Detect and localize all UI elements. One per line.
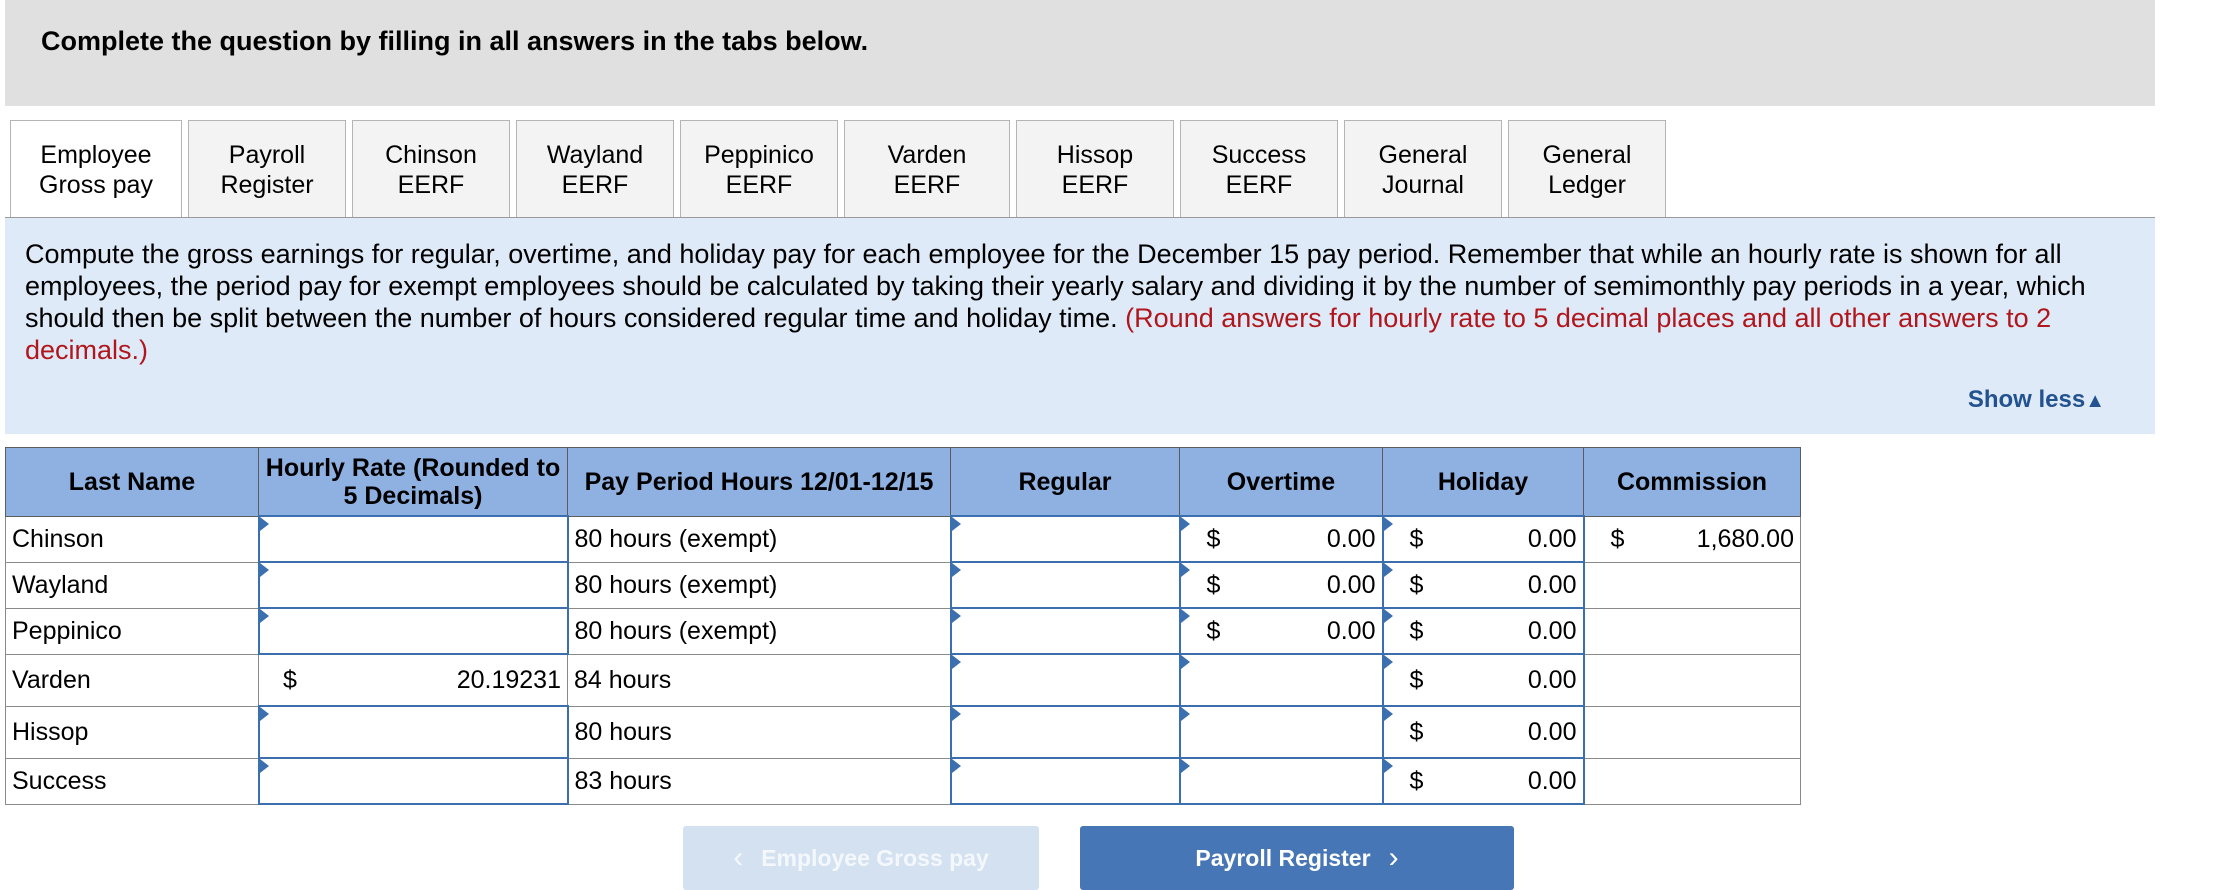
overtime-pay-input[interactable] — [1178, 757, 1384, 805]
regular-pay-input[interactable] — [949, 653, 1181, 707]
regular-pay-input[interactable] — [949, 561, 1181, 609]
previous-tab-label: Employee Gross pay — [761, 844, 989, 871]
header-last-name: Last Name — [5, 447, 259, 517]
cell-hours: 83 hours — [567, 757, 951, 805]
next-tab-button[interactable]: Payroll Register › — [1080, 826, 1514, 890]
header-regular: Regular — [950, 447, 1180, 517]
table-row: Success 83 hours $0.00 — [5, 757, 1801, 805]
holiday-pay-input[interactable]: $0.00 — [1381, 515, 1585, 563]
tab-payroll-register[interactable]: Payroll Register — [188, 120, 346, 218]
table-row: Peppinico 80 hours (exempt) $0.00 $0.00 — [5, 607, 1801, 655]
holiday-pay-input[interactable]: $0.00 — [1381, 561, 1585, 609]
holiday-pay-input[interactable]: $0.00 — [1381, 653, 1585, 707]
regular-pay-input[interactable] — [949, 515, 1181, 563]
question-header: Complete the question by filling in all … — [5, 0, 2155, 106]
header-holiday: Holiday — [1382, 447, 1584, 517]
cell-hours: 80 hours (exempt) — [567, 607, 951, 655]
cell-last-name: Peppinico — [5, 607, 259, 655]
regular-pay-input[interactable] — [949, 607, 1181, 655]
tab-peppinico-eerf[interactable]: Peppinico EERF — [680, 120, 838, 218]
cell-commission — [1583, 757, 1801, 805]
tab-general-ledger[interactable]: General Ledger — [1508, 120, 1666, 218]
header-overtime: Overtime — [1179, 447, 1383, 517]
hourly-rate-input[interactable] — [257, 607, 569, 655]
cell-last-name: Hissop — [5, 705, 259, 759]
holiday-pay-input[interactable]: $0.00 — [1381, 757, 1585, 805]
cell-commission — [1583, 561, 1801, 609]
cell-hours: 80 hours (exempt) — [567, 515, 951, 563]
previous-tab-button[interactable]: ‹ Employee Gross pay — [683, 826, 1039, 890]
overtime-pay-input[interactable]: $0.00 — [1178, 607, 1384, 655]
gross-pay-table: Last Name Hourly Rate (Rounded to 5 Deci… — [5, 447, 1801, 805]
chevron-left-icon: ‹ — [733, 841, 744, 874]
table-row: Chinson 80 hours (exempt) $0.00 $0.00 $1… — [5, 515, 1801, 563]
hourly-rate-input[interactable] — [257, 561, 569, 609]
tab-success-eerf[interactable]: Success EERF — [1180, 120, 1338, 218]
table-row: Wayland 80 hours (exempt) $0.00 $0.00 — [5, 561, 1801, 609]
tab-general-journal[interactable]: General Journal — [1344, 120, 1502, 218]
hourly-rate-input[interactable] — [257, 705, 569, 759]
cell-commission — [1583, 705, 1801, 759]
instructions-text: Compute the gross earnings for regular, … — [25, 238, 2135, 366]
table-row: Hissop 80 hours $0.00 — [5, 705, 1801, 759]
overtime-pay-input[interactable]: $0.00 — [1178, 561, 1384, 609]
regular-pay-input[interactable] — [949, 705, 1181, 759]
cell-last-name: Wayland — [5, 561, 259, 609]
hourly-rate-input[interactable] — [257, 757, 569, 805]
cell-last-name: Varden — [5, 653, 259, 707]
cell-last-name: Chinson — [5, 515, 259, 563]
show-less-label: Show less — [1967, 386, 2086, 413]
tab-chinson-eerf[interactable]: Chinson EERF — [352, 120, 510, 218]
tab-employee-gross-pay[interactable]: Employee Gross pay — [10, 120, 182, 218]
tab-wayland-eerf[interactable]: Wayland EERF — [516, 120, 674, 218]
table-row: Varden $20.19231 84 hours $0.00 — [5, 653, 1801, 707]
cell-commission — [1583, 653, 1801, 707]
tab-bar: Employee Gross pay Payroll Register Chin… — [10, 120, 1666, 218]
hourly-rate-input[interactable] — [257, 515, 569, 563]
cell-hours: 80 hours (exempt) — [567, 561, 951, 609]
holiday-pay-input[interactable]: $0.00 — [1381, 705, 1585, 759]
question-title: Complete the question by filling in all … — [41, 26, 869, 56]
header-hourly-rate: Hourly Rate (Rounded to 5 Decimals) — [258, 447, 568, 517]
holiday-pay-input[interactable]: $0.00 — [1381, 607, 1585, 655]
overtime-pay-input[interactable] — [1178, 653, 1384, 707]
overtime-pay-input[interactable] — [1178, 705, 1384, 759]
next-tab-label: Payroll Register — [1195, 844, 1371, 871]
cell-hours: 80 hours — [567, 705, 951, 759]
table-header-row: Last Name Hourly Rate (Rounded to 5 Deci… — [5, 447, 1801, 517]
regular-pay-input[interactable] — [949, 757, 1181, 805]
triangle-up-icon: ▲ — [2085, 390, 2105, 412]
cell-hourly-rate: $20.19231 — [258, 653, 568, 707]
tab-varden-eerf[interactable]: Varden EERF — [844, 120, 1010, 218]
tab-hissop-eerf[interactable]: Hissop EERF — [1016, 120, 1174, 218]
chevron-right-icon: › — [1388, 841, 1399, 874]
show-less-toggle[interactable]: Show less▲ — [1968, 386, 2105, 414]
header-commission: Commission — [1583, 447, 1801, 517]
header-pay-period-hours: Pay Period Hours 12/01-12/15 — [567, 447, 951, 517]
cell-commission — [1583, 607, 1801, 655]
overtime-pay-input[interactable]: $0.00 — [1178, 515, 1384, 563]
instructions-panel: Compute the gross earnings for regular, … — [5, 218, 2155, 434]
cell-commission: $1,680.00 — [1583, 515, 1801, 563]
cell-last-name: Success — [5, 757, 259, 805]
cell-hours: 84 hours — [567, 653, 951, 707]
